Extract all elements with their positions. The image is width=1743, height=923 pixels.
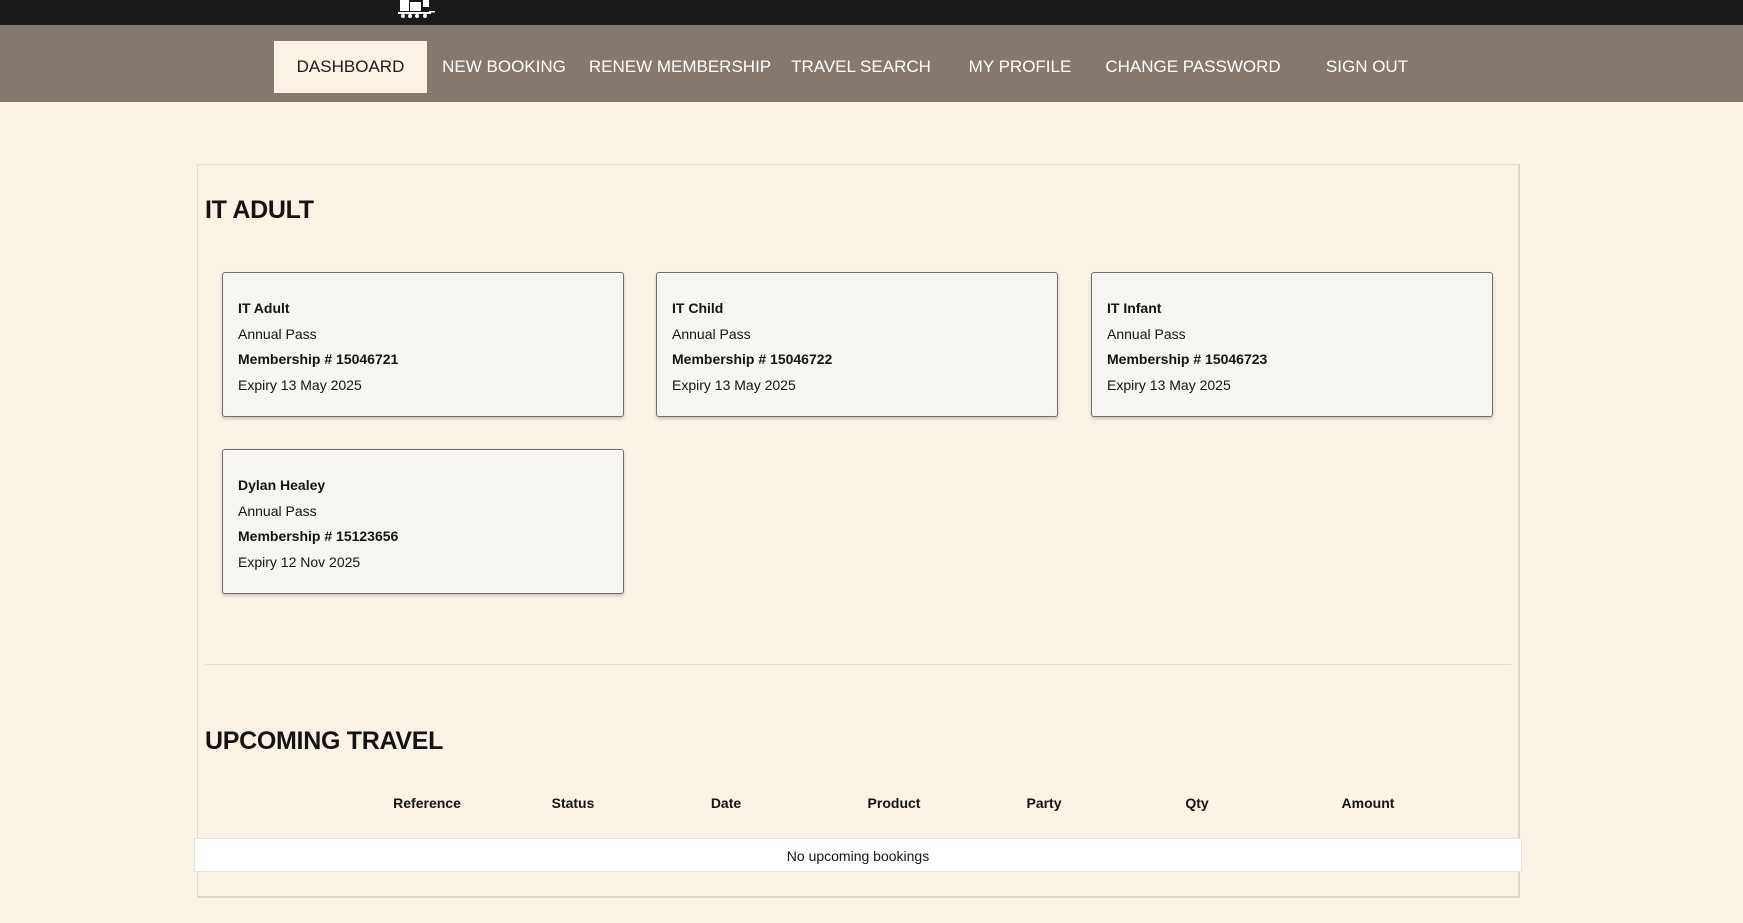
- expiry-date: Expiry 12 Nov 2025: [238, 553, 361, 570]
- member-name: IT Adult: [238, 300, 290, 316]
- upcoming-travel-title: UPCOMING TRAVEL: [205, 727, 444, 755]
- column-header-status: Status: [551, 795, 595, 811]
- pass-type: Annual Pass: [1107, 325, 1186, 342]
- empty-bookings-row: No upcoming bookings: [194, 838, 1522, 872]
- expiry-date: Expiry 13 May 2025: [1107, 376, 1231, 393]
- train-logo-icon[interactable]: [396, 0, 436, 20]
- column-header-qty: Qty: [1185, 795, 1209, 811]
- membership-number: Membership # 15046722: [672, 351, 833, 367]
- pass-type: Annual Pass: [238, 502, 317, 519]
- membership-number: Membership # 15046723: [1107, 351, 1268, 367]
- section-divider: [205, 664, 1511, 665]
- column-header-reference: Reference: [393, 795, 461, 811]
- pass-type: Annual Pass: [238, 325, 317, 342]
- nav-my-profile[interactable]: MY PROFILE: [960, 41, 1080, 93]
- nav-dashboard[interactable]: DASHBOARD: [274, 41, 427, 93]
- account-title: IT ADULT: [205, 196, 314, 224]
- main-nav: DASHBOARD NEW BOOKING RENEW MEMBERSHIP T…: [0, 25, 1743, 102]
- expiry-date: Expiry 13 May 2025: [672, 376, 796, 393]
- member-name: Dylan Healey: [238, 477, 326, 493]
- column-header-date: Date: [710, 795, 742, 811]
- column-header-party: Party: [1026, 795, 1062, 811]
- member-name: IT Child: [672, 300, 724, 316]
- nav-new-booking[interactable]: NEW BOOKING: [436, 41, 572, 93]
- nav-renew-membership[interactable]: RENEW MEMBERSHIP: [586, 41, 774, 93]
- nav-sign-out[interactable]: SIGN OUT: [1316, 41, 1418, 93]
- membership-number: Membership # 15046721: [238, 351, 399, 367]
- membership-number: Membership # 15123656: [238, 528, 399, 544]
- expiry-date: Expiry 13 May 2025: [238, 376, 362, 393]
- pass-type: Annual Pass: [672, 325, 751, 342]
- membership-card[interactable]: Dylan Healey Annual Pass Membership # 15…: [222, 449, 624, 594]
- top-bar: [0, 0, 1743, 25]
- membership-card[interactable]: IT Child Annual Pass Membership # 150467…: [656, 272, 1058, 417]
- nav-travel-search[interactable]: TRAVEL SEARCH: [786, 41, 936, 93]
- column-header-amount: Amount: [1341, 795, 1395, 811]
- membership-card[interactable]: IT Adult Annual Pass Membership # 150467…: [222, 272, 624, 417]
- member-name: IT Infant: [1107, 300, 1162, 316]
- membership-card[interactable]: IT Infant Annual Pass Membership # 15046…: [1091, 272, 1493, 417]
- nav-change-password[interactable]: CHANGE PASSWORD: [1100, 41, 1286, 93]
- column-header-product: Product: [867, 795, 921, 811]
